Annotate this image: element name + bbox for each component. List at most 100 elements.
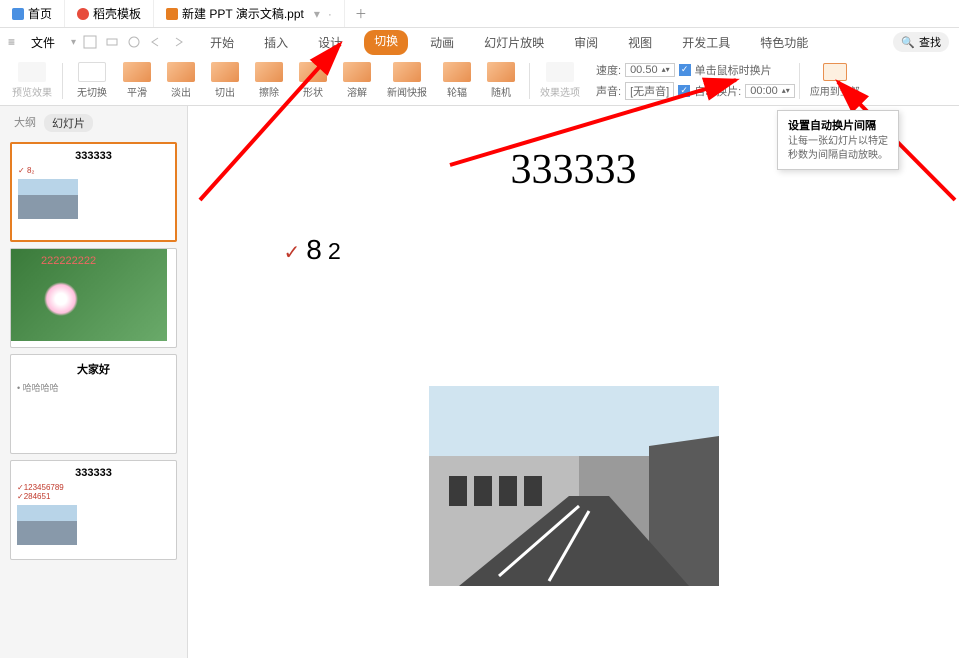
transition-news[interactable]: 新闻快报 [381, 60, 433, 101]
transition-wheel-label: 轮辐 [447, 84, 467, 99]
slide-street-image[interactable] [429, 386, 719, 586]
transition-dissolve[interactable]: 溶解 [337, 60, 377, 101]
tab-features[interactable]: 特色功能 [752, 30, 816, 55]
file-menu[interactable]: 文件 [21, 32, 65, 53]
transition-shape-label: 形状 [303, 84, 323, 99]
transition-fade[interactable]: 淡出 [161, 60, 201, 101]
tab-devtools[interactable]: 开发工具 [674, 30, 738, 55]
tab-view[interactable]: 视图 [620, 30, 660, 55]
tooltip-desc-2: 秒数为间隔自动放映。 [788, 149, 888, 163]
slides-tab[interactable]: 幻灯片 [44, 114, 93, 132]
thumb-flower-image: 222222222 [11, 249, 167, 341]
redo-icon[interactable] [170, 34, 186, 50]
close-tab-icon[interactable]: · [328, 7, 332, 21]
fire-icon [77, 8, 89, 20]
tab-document[interactable]: 新建 PPT 演示文稿.ppt ▾ · [154, 0, 345, 27]
thumb-image [17, 505, 77, 545]
ribbon: 预览效果 无切换 平滑 淡出 切出 擦除 形状 溶解 新闻快报 轮辐 随机 效果… [0, 56, 959, 106]
tab-review[interactable]: 审阅 [566, 30, 606, 55]
thumb-overlay-text: 222222222 [41, 255, 96, 267]
transition-dissolve-icon [343, 62, 371, 82]
speed-label: 速度: [596, 62, 621, 78]
speed-input[interactable]: 00.50▴▾ [625, 63, 675, 77]
auto-advance-time-input[interactable]: 00:00 ▴▾ [745, 84, 795, 98]
transition-shape-icon [299, 62, 327, 82]
tab-daoke-label: 稻壳模板 [93, 5, 141, 22]
thumb-title: 大家好 [17, 361, 170, 377]
divider [529, 63, 530, 99]
print-icon[interactable] [104, 34, 120, 50]
outline-tab[interactable]: 大纲 [14, 114, 36, 132]
thumb-bullet-2: 284651 [24, 492, 51, 501]
sound-select[interactable]: [无声音] [625, 82, 674, 100]
effect-options-button[interactable]: 效果选项 [534, 60, 586, 101]
slide-thumb-3[interactable]: 大家好 • 哈哈哈哈 [10, 354, 177, 454]
workspace: 大纲 幻灯片 333333 ✓ 8₂ 222222222 大家好 • 哈哈哈哈 … [0, 106, 959, 658]
transition-dissolve-label: 溶解 [347, 84, 367, 99]
transition-cut[interactable]: 切出 [205, 60, 245, 101]
new-tab-button[interactable]: ＋ [345, 5, 377, 22]
transition-random[interactable]: 随机 [481, 60, 521, 101]
transition-wheel-icon [443, 62, 471, 82]
tab-transition[interactable]: 切换 [364, 30, 408, 55]
home-icon [12, 8, 24, 20]
transition-shape[interactable]: 形状 [293, 60, 333, 101]
tab-daoke[interactable]: 稻壳模板 [65, 0, 154, 27]
tab-animation[interactable]: 动画 [422, 30, 462, 55]
advance-on-click-label: 单击鼠标时换片 [695, 62, 772, 78]
timing-settings: 速度: 00.50▴▾ ✓ 单击鼠标时换片 声音: [无声音] ✓ 自动换片: … [586, 62, 795, 100]
menu-icon[interactable]: ≡ [8, 35, 15, 49]
preview-icon[interactable] [126, 34, 142, 50]
tab-slideshow[interactable]: 幻灯片放映 [476, 30, 552, 55]
thumb-title: 333333 [17, 467, 170, 479]
transition-wheel[interactable]: 轮辐 [437, 60, 477, 101]
transition-fade-icon [167, 62, 195, 82]
transition-random-label: 随机 [491, 84, 511, 99]
apply-to-all-icon [823, 63, 847, 81]
panel-tabs: 大纲 幻灯片 [4, 110, 183, 136]
tab-design[interactable]: 设计 [310, 30, 350, 55]
tab-home[interactable]: 首页 [0, 0, 65, 27]
sound-label: 声音: [596, 83, 621, 99]
apply-to-all-button[interactable]: 应用到全部 [804, 61, 866, 100]
tab-start[interactable]: 开始 [202, 30, 242, 55]
search-icon: 🔍 [901, 36, 915, 49]
slide-canvas[interactable]: 333333 ✓ 82 [188, 106, 959, 658]
transition-none[interactable]: 无切换 [71, 60, 113, 101]
slide-thumb-4[interactable]: 333333 ✓123456789 ✓284651 [10, 460, 177, 560]
dropdown-icon[interactable]: ▾ [314, 7, 320, 21]
auto-advance-checkbox[interactable]: ✓ [678, 85, 690, 97]
tooltip-title: 设置自动换片间隔 [788, 117, 888, 133]
auto-advance-tooltip: 设置自动换片间隔 让每一张幻灯片以特定 秒数为间隔自动放映。 [777, 110, 899, 170]
spinner-icon[interactable]: ▴▾ [662, 65, 670, 74]
transition-none-icon [78, 62, 106, 82]
slide-thumb-1[interactable]: 333333 ✓ 8₂ [10, 142, 177, 242]
transition-morph[interactable]: 平滑 [117, 60, 157, 101]
search-box[interactable]: 🔍 查找 [893, 32, 949, 52]
save-icon[interactable] [82, 34, 98, 50]
menu-left-group: ≡ 文件 ▾ [8, 32, 196, 53]
undo-icon[interactable] [148, 34, 164, 50]
thumb-bullet: 8₂ [27, 166, 35, 175]
tooltip-desc-1: 让每一张幻灯片以特定 [788, 135, 888, 149]
current-slide: 333333 ✓ 82 [224, 106, 924, 658]
advance-on-click-checkbox[interactable]: ✓ [679, 64, 691, 76]
transition-news-icon [393, 62, 421, 82]
search-label: 查找 [919, 34, 941, 50]
auto-advance-time-value: 00:00 [750, 85, 778, 97]
bullet-subscript: 2 [328, 238, 341, 265]
effect-options-icon [546, 62, 574, 82]
spinner-icon[interactable]: ▴▾ [782, 86, 790, 95]
transition-random-icon [487, 62, 515, 82]
transition-wipe[interactable]: 擦除 [249, 60, 289, 101]
slides-panel: 大纲 幻灯片 333333 ✓ 8₂ 222222222 大家好 • 哈哈哈哈 … [0, 106, 188, 658]
divider [799, 63, 800, 99]
slide-bullet-item[interactable]: ✓ 82 [284, 234, 924, 266]
ribbon-tabs: 开始 插入 设计 切换 动画 幻灯片放映 审阅 视图 开发工具 特色功能 [202, 30, 816, 55]
transition-fade-label: 淡出 [171, 84, 191, 99]
preview-effect-button[interactable]: 预览效果 [6, 60, 58, 101]
transition-none-label: 无切换 [77, 84, 107, 99]
tab-insert[interactable]: 插入 [256, 30, 296, 55]
slide-thumb-2[interactable]: 222222222 [10, 248, 177, 348]
tab-home-label: 首页 [28, 5, 52, 22]
